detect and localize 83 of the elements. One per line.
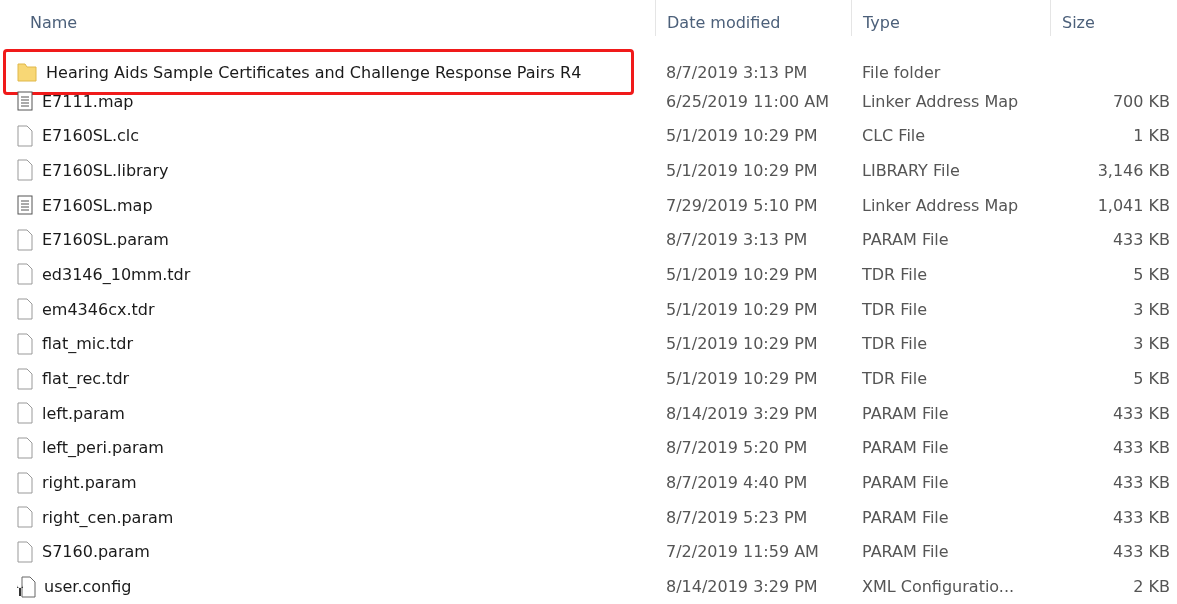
document-lines-icon bbox=[16, 91, 34, 112]
file-name[interactable]: S7160.param bbox=[42, 542, 150, 562]
file-name[interactable]: right_cen.param bbox=[42, 507, 174, 527]
config-file-icon bbox=[16, 575, 36, 598]
file-name[interactable]: E7160SL.param bbox=[42, 230, 169, 250]
type-cell-text: Linker Address Map bbox=[861, 91, 1019, 111]
file-name[interactable]: E7160SL.clc bbox=[42, 126, 140, 146]
type-cell-text: TDR File bbox=[861, 369, 928, 389]
size-cell-text: 700 KB bbox=[1112, 91, 1171, 111]
type-cell-text: PARAM File bbox=[861, 438, 949, 458]
type-cell-text: PARAM File bbox=[861, 507, 949, 527]
file-icon bbox=[16, 298, 34, 321]
type-cell-text: TDR File bbox=[861, 334, 928, 354]
file-name[interactable]: left.param bbox=[42, 403, 125, 423]
size-cell-text: 433 KB bbox=[1112, 403, 1171, 423]
file-name[interactable]: flat_mic.tdr bbox=[42, 334, 134, 354]
file-icon bbox=[16, 402, 34, 425]
size-cell-text: 433 KB bbox=[1112, 438, 1171, 458]
date-cell-text: 5/1/2019 10:29 PM bbox=[665, 264, 818, 284]
file-icon bbox=[16, 228, 34, 251]
date-cell-text: 8/7/2019 5:20 PM bbox=[665, 438, 808, 458]
file-name[interactable]: Hearing Aids Sample Certificates and Challenge Response Pairs R4 bbox=[46, 62, 582, 82]
date-cell-text: 6/25/2019 11:00 AM bbox=[665, 91, 830, 111]
file-name[interactable]: flat_rec.tdr bbox=[42, 369, 130, 389]
size-cell-text: 433 KB bbox=[1112, 542, 1171, 562]
file-name[interactable]: left_peri.param bbox=[42, 438, 164, 458]
file-icon bbox=[16, 263, 34, 286]
date-cell-text: 8/14/2019 3:29 PM bbox=[665, 403, 818, 423]
date-cell-text: 8/7/2019 3:13 PM bbox=[665, 62, 808, 82]
date-cell-text: 8/14/2019 3:29 PM bbox=[665, 577, 818, 597]
date-cell-text: 7/2/2019 11:59 AM bbox=[665, 542, 819, 562]
file-name[interactable]: ed3146_10mm.tdr bbox=[42, 264, 191, 284]
date-cell-text: 5/1/2019 10:29 PM bbox=[665, 369, 818, 389]
size-cell-text: 2 KB bbox=[1133, 577, 1171, 597]
size-cell-text: 5 KB bbox=[1133, 369, 1171, 389]
file-icon bbox=[16, 506, 34, 529]
file-name[interactable]: E7160SL.library bbox=[42, 160, 169, 180]
type-cell-text: XML Configuratio... bbox=[861, 577, 1015, 597]
type-cell-text: PARAM File bbox=[861, 230, 949, 250]
column-header[interactable]: Name bbox=[0, 0, 655, 36]
type-cell-text: CLC File bbox=[861, 126, 926, 146]
type-cell-text: PARAM File bbox=[861, 542, 949, 562]
type-cell-text: TDR File bbox=[861, 299, 928, 319]
size-cell-text: 3 KB bbox=[1133, 299, 1171, 319]
size-cell-text: 5 KB bbox=[1133, 264, 1171, 284]
size-cell-text: 1 KB bbox=[1133, 126, 1171, 146]
type-cell-text: File folder bbox=[861, 62, 941, 82]
file-icon bbox=[16, 124, 34, 147]
date-cell-text: 5/1/2019 10:29 PM bbox=[665, 299, 818, 319]
date-cell-text: 5/1/2019 10:29 PM bbox=[665, 334, 818, 354]
type-cell-text: LIBRARY File bbox=[861, 160, 960, 180]
file-icon bbox=[16, 436, 34, 459]
file-name[interactable]: em4346cx.tdr bbox=[42, 299, 155, 319]
date-cell-text: 8/7/2019 4:40 PM bbox=[665, 473, 808, 493]
file-name[interactable]: E7160SL.map bbox=[42, 195, 153, 215]
size-cell-text: 433 KB bbox=[1112, 473, 1171, 493]
size-cell-text: 1,041 KB bbox=[1097, 195, 1171, 215]
file-icon bbox=[16, 540, 34, 563]
file-name[interactable]: right.param bbox=[42, 473, 137, 493]
type-cell-text: PARAM File bbox=[861, 403, 949, 423]
column-header[interactable]: Size bbox=[1050, 0, 1177, 36]
folder-icon bbox=[16, 61, 38, 83]
size-cell-text: 433 KB bbox=[1112, 230, 1171, 250]
type-cell-text: Linker Address Map bbox=[861, 195, 1019, 215]
file-name[interactable]: user.config bbox=[44, 577, 132, 597]
type-cell-text: PARAM File bbox=[861, 473, 949, 493]
date-cell-text: 8/7/2019 5:23 PM bbox=[665, 507, 808, 527]
column-header[interactable]: Type bbox=[851, 0, 1050, 36]
date-cell-text: 5/1/2019 10:29 PM bbox=[665, 160, 818, 180]
file-icon bbox=[16, 367, 34, 390]
file-icon bbox=[16, 159, 34, 182]
size-cell-text: 433 KB bbox=[1112, 507, 1171, 527]
column-header[interactable]: Date modified bbox=[655, 0, 851, 36]
file-name[interactable]: E7111.map bbox=[42, 91, 134, 111]
file-icon bbox=[16, 332, 34, 355]
type-cell-text: TDR File bbox=[861, 264, 928, 284]
document-lines-icon bbox=[16, 195, 34, 216]
date-cell-text: 7/29/2019 5:10 PM bbox=[665, 195, 818, 215]
date-cell-text: 8/7/2019 3:13 PM bbox=[665, 230, 808, 250]
size-cell-text: 3,146 KB bbox=[1097, 160, 1171, 180]
date-cell-text: 5/1/2019 10:29 PM bbox=[665, 126, 818, 146]
size-cell-text: 3 KB bbox=[1133, 334, 1171, 354]
file-icon bbox=[16, 471, 34, 494]
